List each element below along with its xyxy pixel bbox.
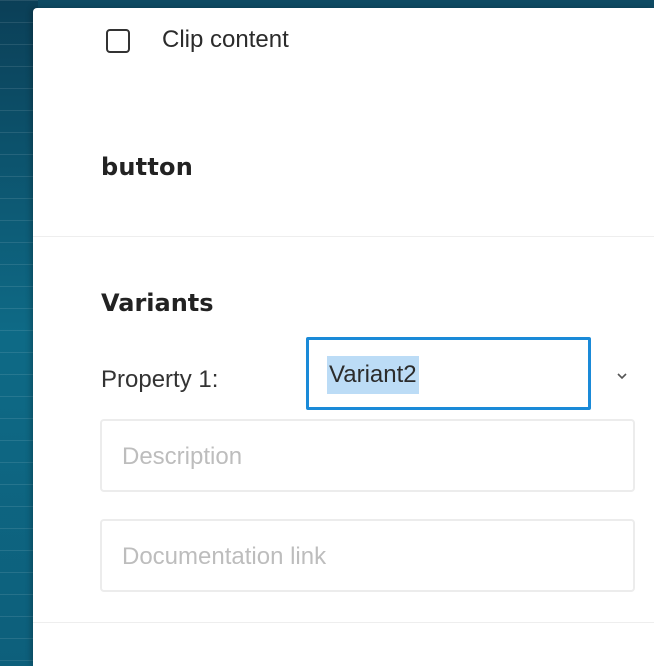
chevron-down-icon[interactable]	[617, 371, 627, 381]
properties-panel: Clip content button Variants Property 1:…	[33, 8, 654, 666]
description-placeholder: Description	[122, 443, 243, 470]
variants-title: Variants	[101, 289, 214, 317]
clip-content-checkbox[interactable]	[106, 29, 130, 53]
clip-content-label: Clip content	[162, 26, 289, 53]
variants-section: Variants Property 1: Variant2 Descriptio…	[33, 236, 654, 623]
next-section	[33, 622, 654, 666]
property-1-value-input[interactable]: Variant2	[306, 337, 591, 410]
documentation-link-placeholder: Documentation link	[122, 543, 327, 570]
layer-name: button	[101, 153, 193, 181]
property-1-value: Variant2	[327, 356, 419, 394]
property-1-label: Property 1:	[101, 366, 219, 393]
layer-name-section: button	[33, 100, 654, 237]
clip-content-section: Clip content	[33, 8, 654, 101]
description-field[interactable]: Description	[100, 419, 635, 492]
screen: Clip content button Variants Property 1:…	[0, 0, 654, 666]
documentation-link-field[interactable]: Documentation link	[100, 519, 635, 592]
